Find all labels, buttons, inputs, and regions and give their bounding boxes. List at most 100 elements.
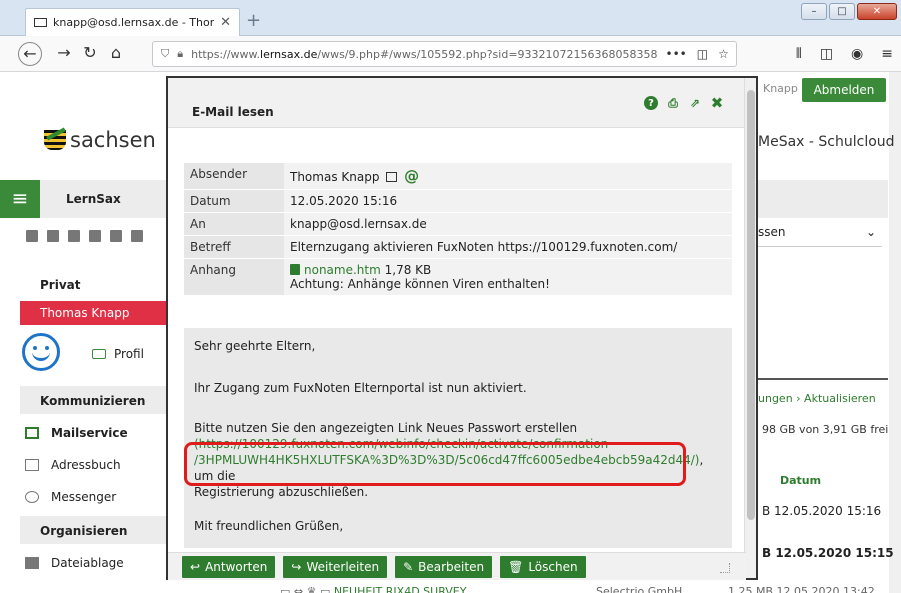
minimize-button[interactable]: – <box>801 3 827 20</box>
email-body: Sehr geehrte Eltern, Ihr Zugang zum FuxN… <box>184 328 732 548</box>
divider <box>758 378 888 380</box>
datum-value: 12.05.2020 15:16 <box>284 189 732 213</box>
reply-button[interactable]: ↩ Antworten <box>182 556 276 578</box>
sender-text: Selectrio GmbH <box>596 585 683 593</box>
vcard-icon[interactable] <box>386 172 398 182</box>
at-icon[interactable]: @ <box>404 167 419 185</box>
delete-button[interactable]: 🗑︎ Löschen <box>500 556 586 578</box>
an-value: knapp@osd.lernsax.de <box>284 212 732 236</box>
lernsax-label: LernSax <box>66 192 121 206</box>
list-item[interactable]: B 12.05.2020 15:15 <box>762 546 894 560</box>
messenger-icon <box>25 491 39 503</box>
profile-card-icon <box>92 349 106 359</box>
betreff-label: Betreff <box>184 235 284 259</box>
scroll-thumb[interactable] <box>747 90 755 520</box>
absender-value: Thomas Knapp @ <box>284 162 732 190</box>
attachment-icon <box>290 264 300 275</box>
url-actions: ••• ◫ ☆ <box>666 47 729 61</box>
profil-link[interactable]: Profil <box>92 347 144 361</box>
more-icon[interactable]: ••• <box>666 47 687 61</box>
sidebar-item-mailservice[interactable]: Mailservice <box>25 426 128 440</box>
sidebar-icon[interactable]: ◫ <box>820 46 833 62</box>
row-icons: ▭ ⇔ ♛ ▭ <box>280 585 334 593</box>
help-icon[interactable]: ? <box>644 96 658 110</box>
sidebar-item-user[interactable]: Thomas Knapp <box>20 301 166 325</box>
table-row: Datum 12.05.2020 15:16 <box>184 189 732 213</box>
bookmark-star-icon[interactable]: ☆ <box>718 47 729 61</box>
betreff-value: Elternzugang aktivieren FuxNoten https:/… <box>284 235 732 259</box>
reload-icon[interactable]: ↻ <box>78 42 102 66</box>
logout-button[interactable]: Abmelden <box>802 78 886 102</box>
print-icon[interactable] <box>131 230 143 242</box>
sidebar-header: ≡ LernSax <box>0 180 166 218</box>
table-row: An knapp@osd.lernsax.de <box>184 212 732 236</box>
attachment-link[interactable]: noname.htm <box>304 263 381 277</box>
list-item[interactable]: ▭ ⇔ ♛ ▭ NEUHEIT RIX4D SURVEY <box>280 585 466 593</box>
email-read-dialog: E-Mail lesen ? ⎙ ⇗ ✖ Absender Thomas Kna… <box>166 76 758 580</box>
tab-title: knapp@osd.lernsax.de - Thom <box>53 16 215 29</box>
external-window-icon[interactable]: ⇗ <box>688 96 702 110</box>
close-window-button[interactable]: ✕ <box>857 3 897 20</box>
user-short-name: Knapp <box>763 82 798 95</box>
hamburger-menu-icon[interactable]: ≡ <box>881 46 893 62</box>
sidebar-item-adressbuch[interactable]: Adressbuch <box>25 458 121 472</box>
url-bar[interactable]: ⛉ 🔒︎ https://www.lernsax.de/wws/9.php#/w… <box>152 41 737 67</box>
coat-of-arms-icon <box>44 130 66 150</box>
right-header-bar <box>758 180 888 218</box>
site-title: MeSax - Schulcloud <box>758 134 895 150</box>
news-icon[interactable] <box>47 230 59 242</box>
dialog-header: E-Mail lesen ? ⎙ ⇗ ✖ <box>168 78 746 128</box>
sidebar-item-messenger[interactable]: Messenger <box>25 490 116 504</box>
tree-icon[interactable] <box>26 230 38 242</box>
table-row: Anhang noname.htm 1,78 KB Achtung: Anhän… <box>184 258 732 295</box>
anhang-label: Anhang <box>184 258 284 295</box>
dialog-scrollbar[interactable] <box>744 78 756 578</box>
maximize-button[interactable]: □ <box>829 3 855 20</box>
section-organisieren: Organisieren <box>20 516 166 544</box>
addressbook-icon <box>25 459 39 471</box>
forward-icon: ↪ <box>291 560 302 574</box>
close-icon[interactable]: ✖ <box>710 94 724 112</box>
new-tab-button[interactable]: + <box>246 10 261 31</box>
back-button[interactable]: ← <box>18 42 42 66</box>
avatar-smiley-icon <box>22 333 60 371</box>
bookmark-icon[interactable] <box>68 230 80 242</box>
home-icon[interactable]: ⌂ <box>104 42 128 66</box>
pocket-icon[interactable]: ◫ <box>697 47 708 61</box>
browser-navbar: ← → ↻ ⌂ ⛉ 🔒︎ https://www.lernsax.de/wws/… <box>0 36 901 72</box>
browser-toolbar-right: ⫴ ◫ ◉ ≡ <box>796 46 893 62</box>
section-kommunizieren: Kommunizieren <box>20 386 166 414</box>
edit-button[interactable]: ✎ Bearbeiten <box>395 556 493 578</box>
greeting-text: Sehr geehrte Eltern, <box>194 339 316 353</box>
dialog-title: E-Mail lesen <box>192 105 274 119</box>
resize-grip-icon[interactable] <box>720 563 730 573</box>
library-icon[interactable]: ⫴ <box>796 46 802 62</box>
url-text: https://www.lernsax.de/wws/9.php#/wws/10… <box>191 47 658 61</box>
network-icon[interactable] <box>110 230 122 242</box>
tab-close-icon[interactable]: ✕ <box>220 15 231 30</box>
column-header-datum[interactable]: Datum <box>780 474 821 487</box>
attachment-warning: Achtung: Anhänge können Viren enthalten! <box>290 277 550 291</box>
absender-label: Absender <box>184 162 284 190</box>
list-item[interactable]: B 12.05.2020 15:16 <box>762 504 881 518</box>
folder-select[interactable]: ssen ⌄ <box>758 225 882 247</box>
chevron-down-icon: ⌄ <box>865 225 876 239</box>
page-scrollbar[interactable] <box>889 72 901 593</box>
size-date-text: 1,25 MB 12.05.2020 13:42 <box>728 585 875 593</box>
browser-tab[interactable]: knapp@osd.lernsax.de - Thom ✕ <box>25 8 240 36</box>
folder-icon <box>25 557 39 569</box>
back-arrow-icon[interactable]: → <box>52 42 76 66</box>
menu-icon[interactable]: ≡ <box>0 180 40 218</box>
login-icon[interactable] <box>89 230 101 242</box>
sachsen-logo: sachsen <box>44 128 156 152</box>
print-icon[interactable]: ⎙ <box>666 96 680 110</box>
link-highlight-box <box>184 442 686 486</box>
account-icon[interactable]: ◉ <box>851 46 863 62</box>
refresh-link[interactable]: ungen › Aktualisieren <box>758 392 876 405</box>
sidebar-item-dateiablage[interactable]: Dateiablage <box>25 556 124 570</box>
dialog-footer: ↩ Antworten ↪ Weiterleiten ✎ Bearbeiten 🗑︎ L… <box>168 552 746 580</box>
forward-button[interactable]: ↪ Weiterleiten <box>283 556 388 578</box>
storage-info: 98 GB von 3,91 GB frei <box>762 423 889 436</box>
datum-label: Datum <box>184 189 284 213</box>
window-controls: – □ ✕ <box>801 3 897 20</box>
